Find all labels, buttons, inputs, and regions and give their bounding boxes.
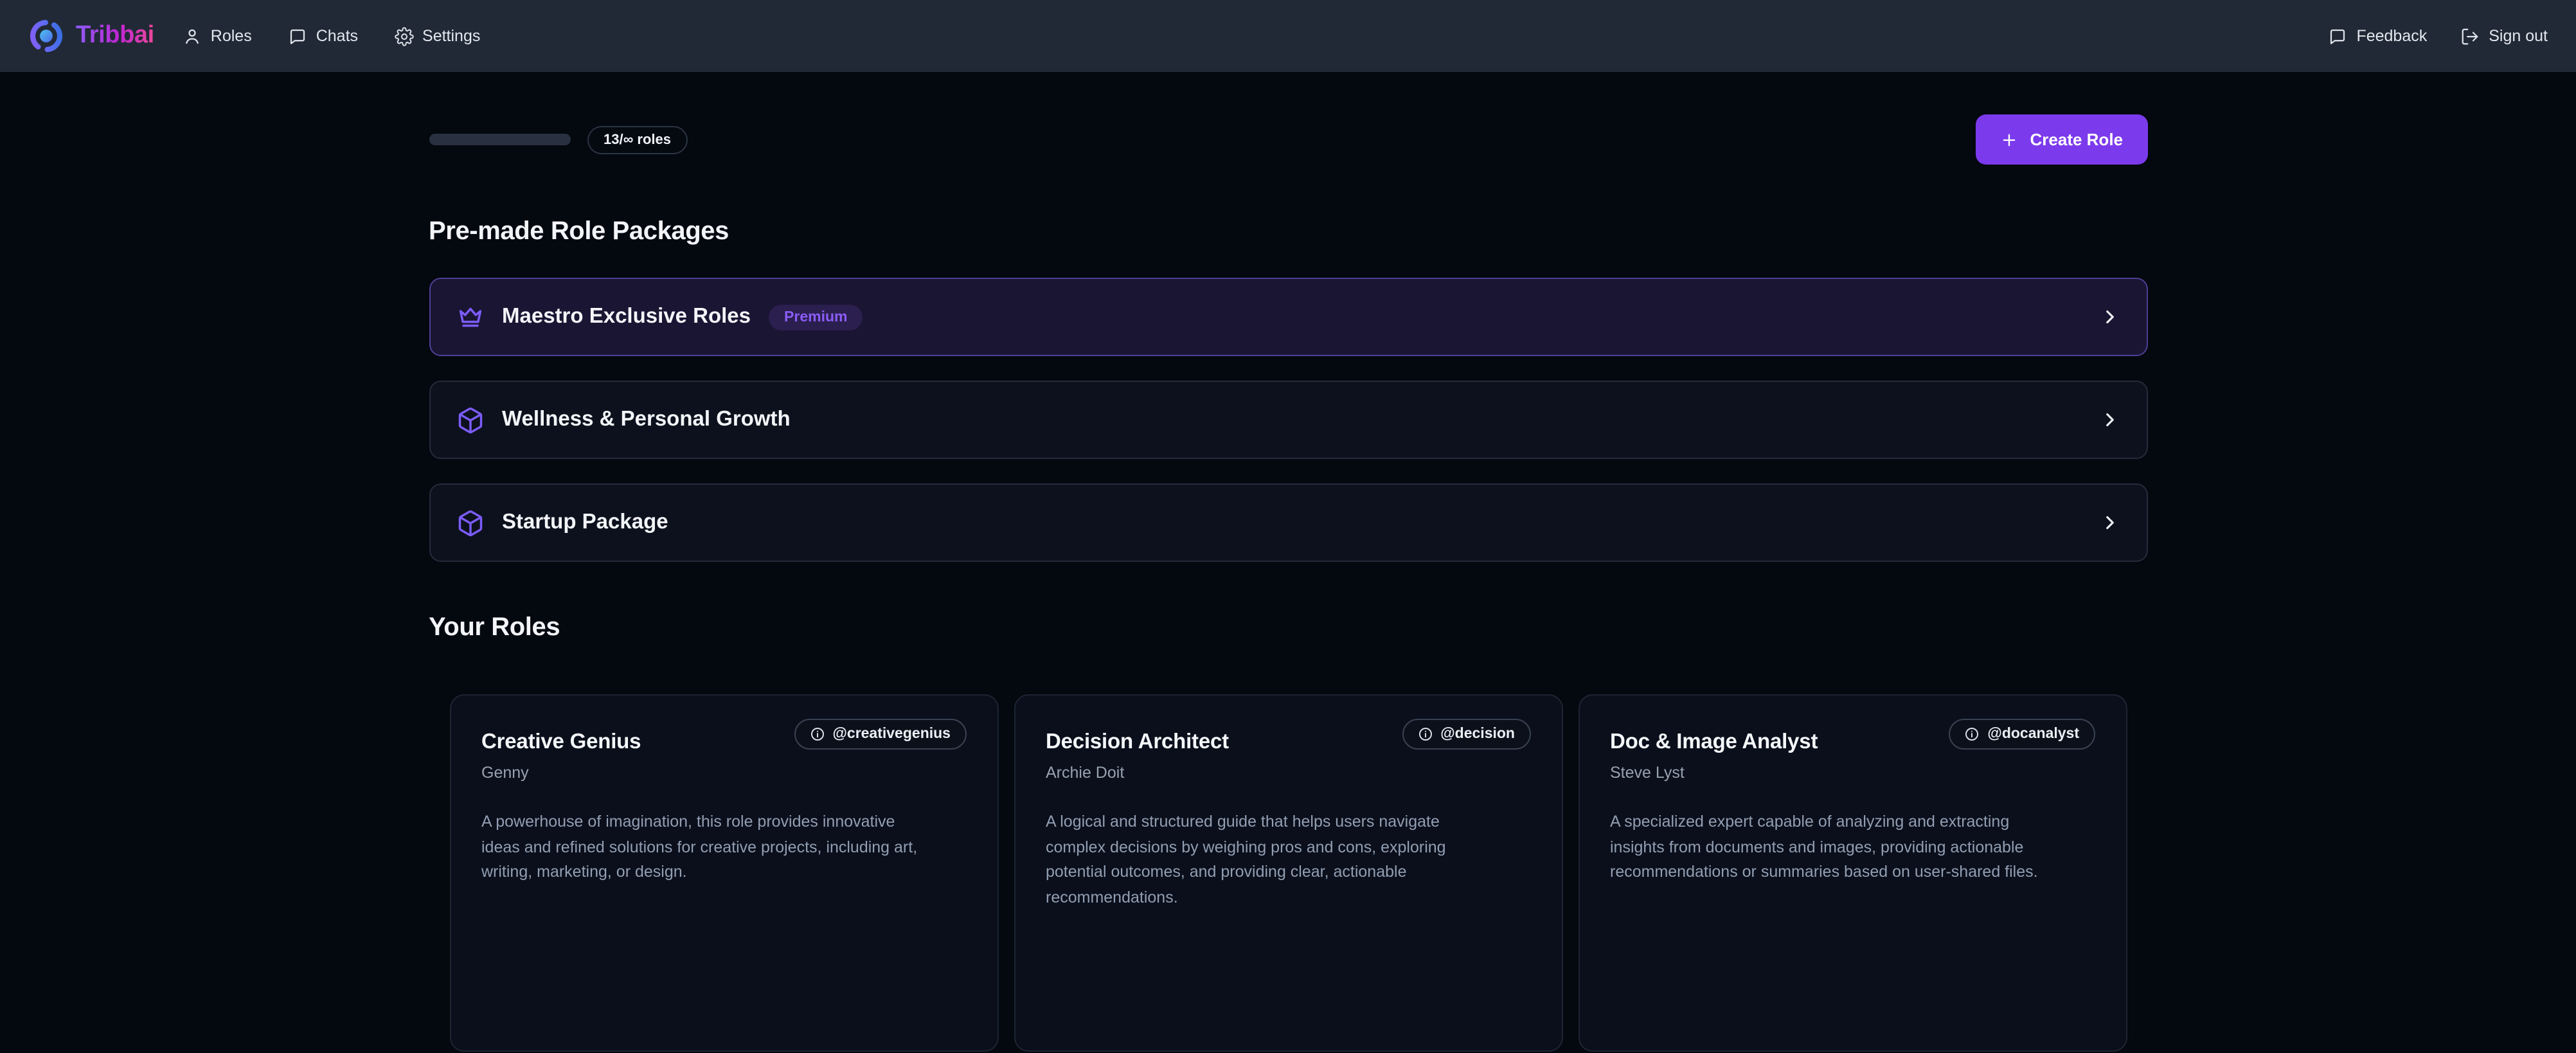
role-title: Creative Genius [481, 730, 641, 755]
nav-item-label: Chats [316, 27, 358, 45]
role-card-doc-image-analyst[interactable]: Doc & Image Analyst @docanalyst Steve Ly… [1578, 694, 2127, 1052]
role-title: Doc & Image Analyst [1610, 730, 1818, 755]
nav-item-sign-out[interactable]: Sign out [2460, 26, 2548, 46]
packages-section-title: Pre-made Role Packages [429, 217, 2147, 247]
chevron-right-icon [2098, 409, 2120, 431]
package-icon [456, 406, 484, 434]
info-icon [809, 726, 825, 742]
info-icon [1417, 726, 1433, 742]
nav-right: Feedback Sign out [2328, 26, 2548, 46]
roles-count-badge: 13/∞ roles [587, 125, 688, 154]
role-agent-name: Archie Doit [1046, 764, 1530, 782]
chat-bubble-icon [2328, 26, 2347, 46]
card-header: Creative Genius @creativegenius [481, 719, 966, 755]
nav-item-feedback[interactable]: Feedback [2328, 26, 2427, 46]
role-handle-badge[interactable]: @docanalyst [1949, 719, 2095, 750]
roles-page: 13/∞ roles Create Role Pre-made Role Pac… [429, 72, 2147, 1053]
user-icon [183, 26, 202, 46]
roles-grid: Creative Genius @creativegenius Genny A … [429, 694, 2147, 1052]
package-name: Wellness & Personal Growth [502, 408, 791, 432]
nav-item-chats[interactable]: Chats [288, 26, 358, 46]
card-header: Doc & Image Analyst @docanalyst [1610, 719, 2095, 755]
package-name: Maestro Exclusive Roles [502, 305, 751, 329]
roles-progress-bar [429, 134, 570, 145]
role-handle: @creativegenius [832, 726, 951, 742]
role-description: A powerhouse of imagination, this role p… [481, 810, 934, 885]
nav-item-settings[interactable]: Settings [394, 26, 480, 46]
roles-toolbar: 13/∞ roles Create Role [429, 114, 2147, 165]
nav-item-label: Settings [422, 27, 480, 45]
crown-icon [456, 303, 484, 331]
sign-out-icon [2460, 26, 2480, 46]
role-handle: @decision [1440, 726, 1515, 742]
gear-icon [394, 26, 413, 46]
create-role-label: Create Role [2030, 130, 2124, 149]
your-roles-section-title: Your Roles [429, 613, 2147, 643]
role-handle: @docanalyst [1987, 726, 2079, 742]
info-icon [1964, 726, 1980, 742]
package-icon [456, 509, 484, 537]
role-description: A logical and structured guide that help… [1046, 810, 1498, 910]
nav-links: Roles Chats Settings [183, 26, 481, 46]
role-title: Decision Architect [1046, 730, 1229, 755]
brand[interactable]: Tribbai [28, 18, 154, 54]
role-agent-name: Genny [481, 764, 966, 782]
role-card-creative-genius[interactable]: Creative Genius @creativegenius Genny A … [449, 694, 998, 1052]
create-role-button[interactable]: Create Role [1976, 114, 2148, 165]
package-row-maestro[interactable]: Maestro Exclusive Roles Premium [429, 278, 2147, 356]
nav-item-roles[interactable]: Roles [183, 26, 252, 46]
chevron-right-icon [2098, 512, 2120, 534]
role-card-decision-architect[interactable]: Decision Architect @decision Archie Doit… [1014, 694, 1562, 1052]
chat-bubble-icon [288, 26, 307, 46]
tribbai-logo-icon [28, 18, 64, 54]
premium-badge: Premium [769, 304, 863, 330]
nav-item-label: Roles [211, 27, 252, 45]
role-handle-badge[interactable]: @decision [1402, 719, 1530, 750]
nav-item-label: Feedback [2356, 27, 2427, 45]
role-handle-badge[interactable]: @creativegenius [794, 719, 966, 750]
chevron-right-icon [2098, 306, 2120, 328]
role-agent-name: Steve Lyst [1610, 764, 2095, 782]
card-header: Decision Architect @decision [1046, 719, 1530, 755]
app-window: Tribbai Roles Chats Settings [0, 0, 2576, 1053]
plus-icon [2001, 130, 2019, 148]
nav-item-label: Sign out [2489, 27, 2548, 45]
brand-name: Tribbai [76, 22, 154, 50]
package-name: Startup Package [502, 510, 668, 535]
package-row-wellness[interactable]: Wellness & Personal Growth [429, 381, 2147, 459]
navbar: Tribbai Roles Chats Settings [0, 0, 2576, 72]
role-description: A specialized expert capable of analyzin… [1610, 810, 2062, 885]
package-row-startup[interactable]: Startup Package [429, 483, 2147, 562]
